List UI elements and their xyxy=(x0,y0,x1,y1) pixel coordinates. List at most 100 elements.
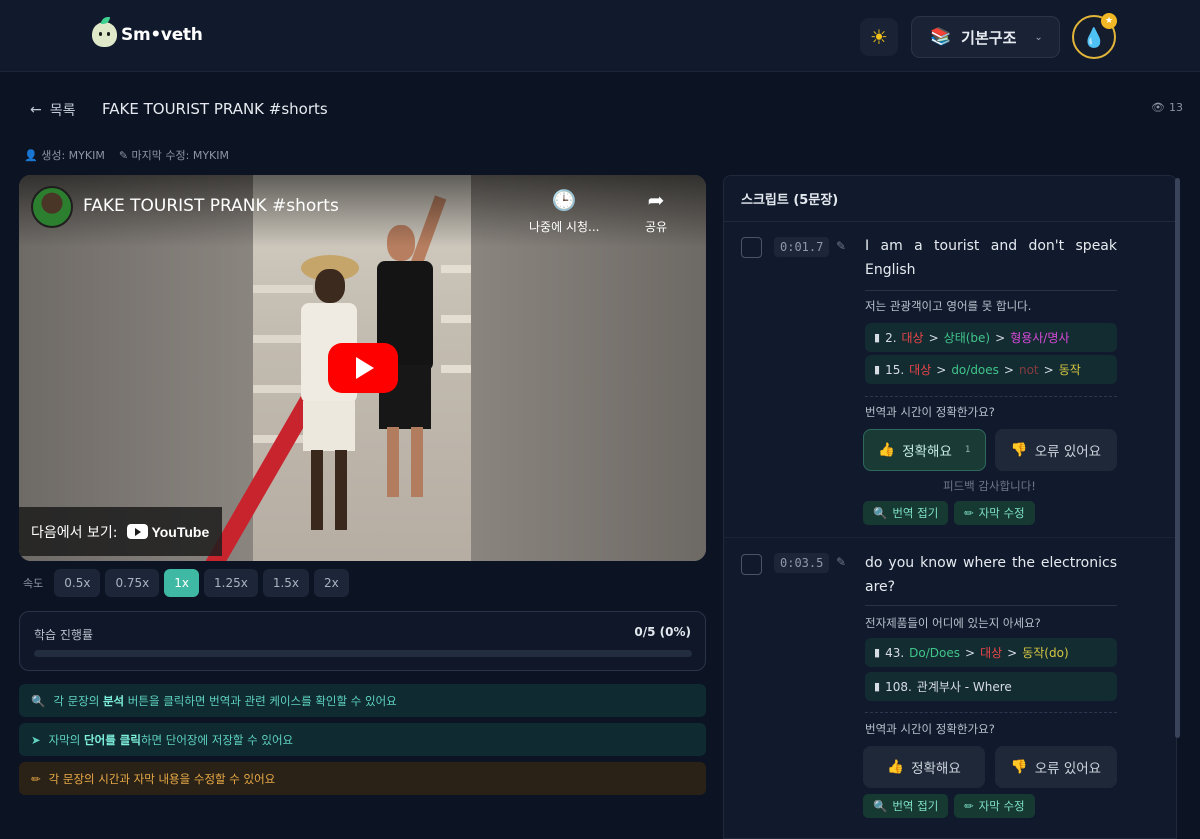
speed-option-1x[interactable]: 1x xyxy=(164,569,200,597)
script-panel-header: 스크립트 (5문장) xyxy=(724,176,1176,222)
fold-translation-button[interactable]: 🔍 번역 접기 xyxy=(863,501,949,525)
progress-label: 학습 진행률 xyxy=(34,628,94,642)
pencil-icon: ✎ xyxy=(118,149,129,162)
edit-subtitle-button[interactable]: ✏ 자막 수정 xyxy=(954,501,1035,525)
case-sep: > xyxy=(1007,645,1018,660)
speed-option-0.75x[interactable]: 0.75x xyxy=(105,569,160,597)
sentence-checkbox[interactable] xyxy=(741,237,762,258)
learning-progress-card: 학습 진행률 0/5 (0%) xyxy=(19,611,706,671)
case-part: 대상 xyxy=(909,363,932,377)
grammar-case-link[interactable]: ▮ 2. 대상 > 상태(be) > 형용사/명사 xyxy=(865,323,1117,352)
grammar-case-link[interactable]: ▮ 108. 관계부사 - Where xyxy=(865,672,1117,701)
tip-text: 자막의 단어를 클릭하면 단어장에 저장할 수 있어요 xyxy=(49,732,293,748)
star-badge-icon: ★ xyxy=(1101,13,1117,29)
case-number: 15. xyxy=(885,362,905,377)
user-icon: 👤 xyxy=(24,149,38,162)
error-label: 오류 있어요 xyxy=(1034,761,1102,777)
case-number: 108. xyxy=(885,679,912,694)
sentence-translation: 저는 관광객이고 영어를 못 합니다. xyxy=(865,299,1032,313)
modifier-label: 마지막 수정: MYKIM xyxy=(131,149,229,162)
edit-time-icon[interactable]: ✎ xyxy=(836,239,846,253)
level-selector[interactable]: 📚 기본구조 ⌄ xyxy=(911,16,1060,58)
person-tourist xyxy=(291,255,361,555)
creator-info: 👤 생성: MYKIM xyxy=(24,147,105,163)
case-part: 대상 xyxy=(901,331,924,345)
page-title: FAKE TOURIST PRANK #shorts xyxy=(102,100,328,118)
author-meta: 👤 생성: MYKIM ✎ 마지막 수정: MYKIM xyxy=(24,147,229,163)
sentence-divider xyxy=(724,537,1176,538)
sentence-timestamp[interactable]: 0:01.7 xyxy=(774,237,830,257)
fold-translation-button[interactable]: 🔍 번역 접기 xyxy=(863,794,949,818)
tip-analysis: 🔍 각 문장의 분석 버튼을 클릭하면 번역과 관련 케이스를 확인할 수 있어… xyxy=(19,684,706,717)
case-sep: > xyxy=(936,362,947,377)
shelf xyxy=(441,315,471,323)
case-part: do/does xyxy=(951,362,999,377)
script-panel: 스크립트 (5문장) 0:01.7 ✎ I am a tourist and d… xyxy=(723,175,1177,839)
thumbs-up-icon: 👍 xyxy=(878,442,896,458)
speed-option-1.25x[interactable]: 1.25x xyxy=(204,569,258,597)
pencil-icon: ✏ xyxy=(964,506,974,520)
sentence-english[interactable]: do you know where the electronics are? xyxy=(865,551,1117,599)
case-sep: > xyxy=(965,645,976,660)
sentence-timestamp[interactable]: 0:03.5 xyxy=(774,553,830,573)
tip-text-pre: 각 문장의 xyxy=(53,693,103,708)
channel-avatar[interactable] xyxy=(31,186,73,228)
edit-label: 자막 수정 xyxy=(978,799,1025,813)
edit-time-icon[interactable]: ✎ xyxy=(836,555,846,569)
accurate-button[interactable]: 👍 정확해요 xyxy=(863,746,985,788)
edit-subtitle-button[interactable]: ✏ 자막 수정 xyxy=(954,794,1035,818)
book-icon: ▮ xyxy=(874,680,881,693)
thumbs-down-icon: 👎 xyxy=(1010,442,1028,458)
chevron-down-icon: ⌄ xyxy=(1034,31,1043,43)
books-icon: 📚 xyxy=(930,27,952,47)
back-to-list-link[interactable]: ← 목록 xyxy=(30,100,76,120)
case-part: 형용사/명사 xyxy=(1010,331,1070,345)
tip-text: 각 문장의 분석 버튼을 클릭하면 번역과 관련 케이스를 확인할 수 있어요 xyxy=(53,693,396,709)
error-button[interactable]: 👎 오류 있어요 xyxy=(995,429,1117,471)
watch-on-youtube-link[interactable]: 다음에서 보기: YouTube xyxy=(19,507,222,556)
sentence-checkbox[interactable] xyxy=(741,554,762,575)
water-drop-icon: 💧 xyxy=(1082,26,1106,49)
book-icon: ▮ xyxy=(874,331,881,344)
case-part: not xyxy=(1018,362,1039,377)
accurate-label: 정확해요 xyxy=(911,761,961,777)
progress-bar xyxy=(34,650,692,657)
case-sep: > xyxy=(1043,362,1054,377)
youtube-wordmark: YouTube xyxy=(151,523,210,540)
grammar-case-link[interactable]: ▮ 43. Do/Does > 대상 > 동작(do) xyxy=(865,638,1117,667)
case-part: 동작(do) xyxy=(1022,646,1069,660)
edit-label: 자막 수정 xyxy=(978,506,1025,520)
shelf xyxy=(441,365,471,373)
speed-option-0.5x[interactable]: 0.5x xyxy=(54,569,101,597)
watch-later-button[interactable]: 🕒 나중에 시청... xyxy=(529,188,599,235)
error-button[interactable]: 👎 오류 있어요 xyxy=(995,746,1117,788)
error-label: 오류 있어요 xyxy=(1034,444,1102,460)
play-button[interactable] xyxy=(328,343,398,393)
cursor-icon: ➤ xyxy=(31,732,41,747)
view-count: 👁 13 xyxy=(1151,101,1183,114)
accurate-button[interactable]: 👍 정확해요 1 xyxy=(863,429,986,471)
theme-toggle-button[interactable]: ☀ xyxy=(860,18,898,56)
book-icon: ▮ xyxy=(874,646,881,659)
share-arrow-icon: ➦ xyxy=(647,188,665,212)
script-scrollbar[interactable] xyxy=(1175,178,1180,738)
share-button[interactable]: ➦ 공유 xyxy=(645,188,667,235)
accurate-label: 정확해요 xyxy=(902,444,952,460)
speed-option-1.5x[interactable]: 1.5x xyxy=(262,569,310,597)
sentence-english[interactable]: I am a tourist and don't speak English xyxy=(865,234,1117,282)
speed-option-2x[interactable]: 2x xyxy=(314,569,349,597)
case-sep: > xyxy=(1003,362,1014,377)
search-icon: 🔍 xyxy=(873,506,888,520)
logo[interactable]: Sm•veth xyxy=(92,17,203,47)
video-player[interactable]: FAKE TOURIST PRANK #shorts 🕒 나중에 시청... ➦… xyxy=(19,175,706,561)
watch-later-label: 나중에 시청... xyxy=(529,220,600,234)
grammar-case-link[interactable]: ▮ 15. 대상 > do/does > not > 동작 xyxy=(865,355,1117,384)
tip-text-post: 버튼을 클릭하면 번역과 관련 케이스를 확인할 수 있어요 xyxy=(124,693,397,708)
case-part: 동작 xyxy=(1058,363,1081,377)
sun-icon: ☀ xyxy=(870,25,888,49)
accurate-count: 1 xyxy=(964,445,971,455)
fold-label: 번역 접기 xyxy=(892,799,939,813)
video-title[interactable]: FAKE TOURIST PRANK #shorts xyxy=(83,196,339,216)
creator-label: 생성: MYKIM xyxy=(41,149,105,162)
case-part: 대상 xyxy=(980,646,1003,660)
